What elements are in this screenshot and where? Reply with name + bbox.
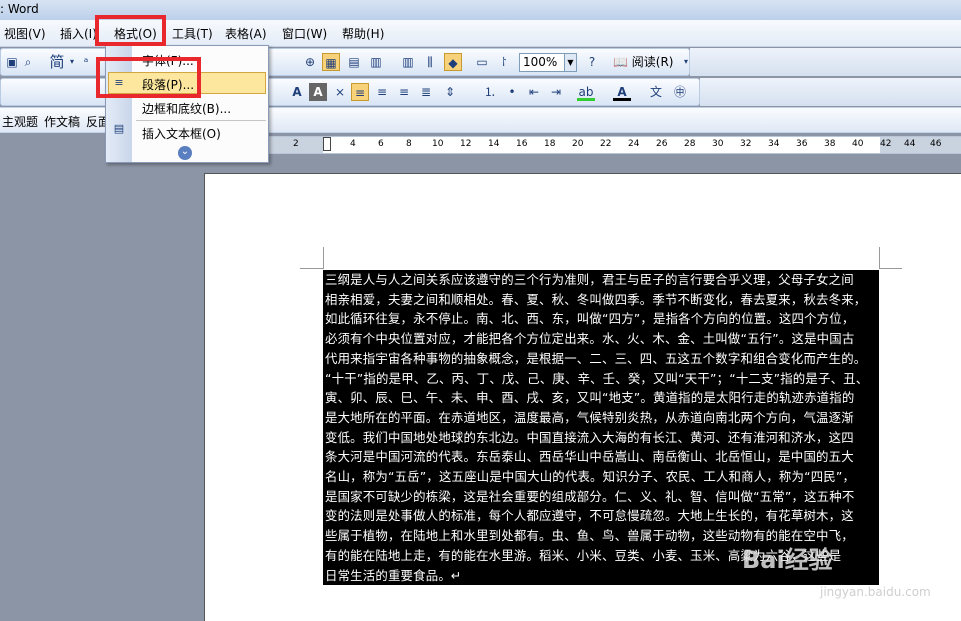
- tables-borders-icon[interactable]: ▦: [322, 53, 340, 71]
- ruler-number: 40: [852, 139, 864, 149]
- align-justify-icon[interactable]: ≡: [351, 83, 369, 101]
- text-line: 日常生活的重要食品。↵: [325, 567, 462, 583]
- ruler-number: 20: [572, 139, 584, 149]
- chevron-down-icon[interactable]: ▼: [564, 54, 576, 71]
- text-line: 三纲是人与人之间关系应该遵守的三个行为准则，君王与臣子的言行要合乎义理，父母子女…: [325, 272, 854, 287]
- menu-item-textbox[interactable]: 插入文本框(O): [142, 125, 221, 142]
- character-shading-icon[interactable]: A: [309, 83, 327, 101]
- character-scale-icon[interactable]: ⨯: [331, 83, 349, 101]
- highlight-icon[interactable]: ab: [577, 83, 595, 101]
- show-hide-icon[interactable]: ▭: [473, 53, 491, 71]
- align-right-icon[interactable]: ≡: [395, 83, 413, 101]
- text-line: 相亲相爱，夫妻之间和顺相处。春、夏、秋、冬叫做四季。季节不断变化，春去夏来，秋去…: [325, 291, 867, 307]
- text-line: 条大河是中国河流的代表。东岳泰山、西岳华山中岳嵩山、南岳衡山、北岳恒山，是中国的…: [325, 449, 854, 465]
- text-line: 变的法则是处事做人的标准，每个人都应遵守，不可怠慢疏忽。大地上生长的，有花草树木…: [325, 508, 854, 524]
- ruler-number: 8: [406, 139, 412, 149]
- help-icon[interactable]: ?: [583, 53, 601, 71]
- watermark-url: jingyan.baidu.com: [820, 585, 931, 599]
- tab-essay[interactable]: 作文稿: [44, 113, 80, 130]
- crop-mark: [879, 247, 880, 269]
- textbox-icon: ▤: [113, 122, 125, 135]
- menu-view[interactable]: 视图(V): [4, 25, 46, 42]
- document-map-icon[interactable]: ◆: [444, 53, 462, 71]
- ruler-number: 2: [293, 139, 299, 149]
- menu-separator: [136, 120, 266, 121]
- numbering-icon[interactable]: ⒈: [481, 83, 499, 101]
- ruler-number: 34: [768, 139, 780, 149]
- expand-menu-icon[interactable]: ⌄: [178, 146, 192, 160]
- align-center-icon[interactable]: ≡: [373, 83, 391, 101]
- zoom-value: 100%: [523, 55, 558, 69]
- highlight-box-paragraph: [96, 57, 201, 98]
- crop-mark: [879, 268, 902, 269]
- crop-mark: [323, 247, 324, 269]
- text-line: 是大地所在的平面。在赤道地区，温度最高，气候特别炎热，从赤道向南北两个方向，气温…: [325, 409, 854, 425]
- menu-insert[interactable]: 插入(I): [60, 25, 97, 42]
- indent-marker[interactable]: [323, 137, 331, 151]
- ruler-margin-right: [880, 137, 961, 153]
- menu-item-borders[interactable]: 边框和底纹(B)...: [142, 100, 231, 117]
- tab-subjective[interactable]: 主观题: [2, 113, 38, 130]
- ruler-number: 32: [740, 139, 752, 149]
- ruler-number: 18: [544, 139, 556, 149]
- ruler-number: 28: [684, 139, 696, 149]
- menu-table[interactable]: 表格(A): [225, 25, 267, 42]
- menu-window[interactable]: 窗口(W): [282, 25, 327, 42]
- ruler-number: 42: [880, 139, 892, 149]
- zoom-select[interactable]: 100% ▼: [519, 53, 577, 72]
- ruler-number: 26: [656, 139, 668, 149]
- ruler-number: 46: [930, 139, 942, 149]
- bullets-icon[interactable]: •: [503, 83, 521, 101]
- ruler-number: 6: [378, 139, 384, 149]
- watermark-logo: Bai经验: [742, 546, 833, 574]
- line-spacing-icon[interactable]: ⇕: [441, 83, 459, 101]
- highlight-box-format-menu: [95, 15, 166, 46]
- ruler-number: 38: [824, 139, 836, 149]
- font-color-icon[interactable]: A: [613, 83, 631, 101]
- print-preview-icon[interactable]: ⌕: [19, 53, 37, 71]
- read-button[interactable]: 📖 阅读(R): [613, 53, 673, 70]
- text-line: 名山，称为“五岳”，这五座山是中国大山的代表。知识分子、农民、工人和商人，称为“…: [325, 469, 856, 485]
- text-line: “十干”指的是甲、乙、丙、丁、戊、己、庚、辛、壬、癸，又叫“天干”；“十二支”指…: [325, 370, 869, 386]
- menu-tools[interactable]: 工具(T): [172, 25, 213, 42]
- ruler-number: 36: [796, 139, 808, 149]
- drawing-icon[interactable]: ⫼: [421, 53, 439, 71]
- decrease-indent-icon[interactable]: ⇤: [525, 83, 543, 101]
- text-line: 寅、卯、辰、巳、午、未、申、酉、戌、亥，又叫“地支”。黄道指的是太阳行走的轨迹赤…: [325, 390, 855, 406]
- toolbar-empty-area: [700, 78, 961, 106]
- increase-indent-icon[interactable]: ⇥: [547, 83, 565, 101]
- ruler-number: 12: [460, 139, 472, 149]
- ruler-number: 16: [516, 139, 528, 149]
- phonetic-guide-icon[interactable]: 文: [647, 83, 665, 101]
- insert-table-icon[interactable]: ▤: [345, 53, 363, 71]
- selected-text[interactable]: 三纲是人与人之间关系应该遵守的三个行为准则，君王与臣子的言行要合乎义理，父母子女…: [323, 270, 879, 586]
- ruler-number: 24: [628, 139, 640, 149]
- insert-excel-icon[interactable]: ▥: [367, 53, 385, 71]
- columns-icon[interactable]: ▥: [399, 53, 417, 71]
- ruler-number: 14: [488, 139, 500, 149]
- text-line: 如此循环往复，永不停止。南、北、西、东，叫做“四方”，是指各个方向的位置。这四个…: [325, 311, 855, 327]
- character-border-icon[interactable]: A: [288, 83, 306, 101]
- crop-mark: [300, 268, 323, 269]
- text-line: 代用来指宇宙各种事物的抽象概念，是根据一、二、三、四、五这五个数字和组合变化而产…: [325, 350, 867, 366]
- text-line: 变低。我们中国地处地球的东北边。中国直接流入大海的有长江、黄河、还有淮河和济水，…: [325, 429, 854, 445]
- ruler-number: 10: [432, 139, 444, 149]
- horizontal-ruler[interactable]: 2 4 6 8 10 12 14 16 18 20 22 24 26 28 30…: [205, 136, 961, 154]
- hyperlink-icon[interactable]: ⊕: [301, 53, 319, 71]
- ruler-number: 22: [600, 139, 612, 149]
- text-line: 必须有个中央位置对应，才能把各个方位定出来。水、火、木、金、土叫做“五行”。这是…: [325, 331, 855, 347]
- ruler-number: 30: [712, 139, 724, 149]
- window-title: : Word: [0, 2, 39, 16]
- toolbar-empty-area: [690, 48, 961, 76]
- ruler-number: 4: [350, 139, 356, 149]
- pinyin-icon[interactable]: ᵃ: [77, 53, 95, 71]
- enclose-characters-icon[interactable]: ㊥: [671, 83, 689, 101]
- text-line: 是国家不可缺少的栋梁，这是社会重要的组成部分。仁、义、礼、智、信叫做“五常”，这…: [325, 488, 855, 504]
- distributed-icon[interactable]: ≣: [417, 83, 435, 101]
- paragraph-mark-icon[interactable]: ⸷: [495, 53, 513, 71]
- read-label: 阅读(R): [631, 55, 674, 69]
- ruler-number: 44: [904, 139, 916, 149]
- menu-help[interactable]: 帮助(H): [342, 25, 384, 42]
